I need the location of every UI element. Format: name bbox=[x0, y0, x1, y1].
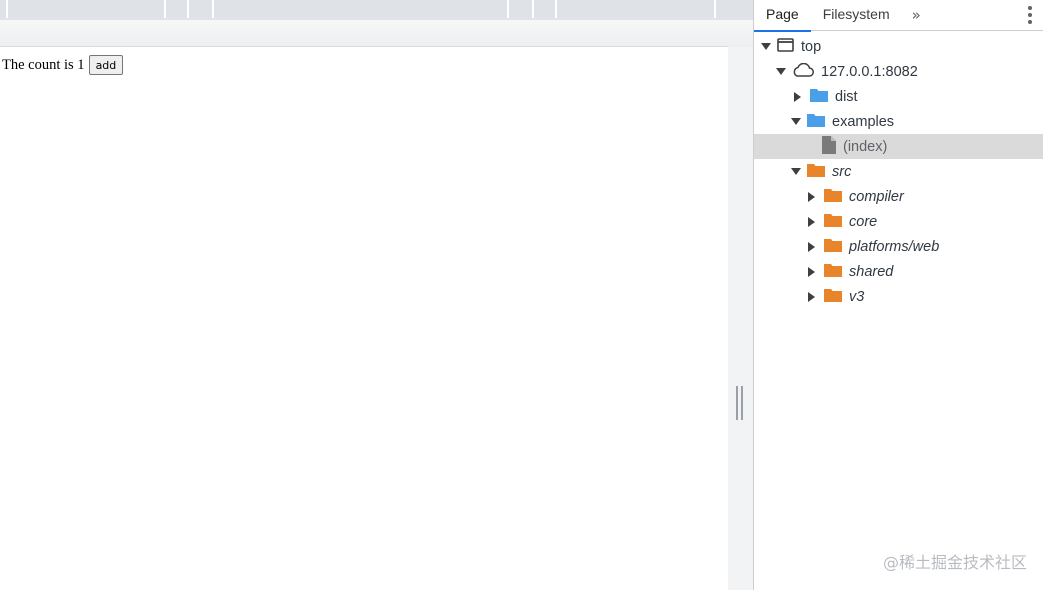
tab-filesystem[interactable]: Filesystem bbox=[811, 0, 902, 31]
top-ruler bbox=[0, 0, 753, 20]
folder-icon bbox=[824, 212, 842, 231]
tree-item-label: core bbox=[849, 213, 878, 230]
add-button[interactable]: add bbox=[88, 55, 124, 75]
tree-item-dist[interactable]: dist bbox=[754, 84, 1043, 109]
folder-icon bbox=[807, 162, 825, 181]
tree-item-shared[interactable]: shared bbox=[754, 259, 1043, 284]
tree-item-origin[interactable]: 127.0.0.1:8082 bbox=[754, 59, 1043, 84]
tree-item-v3[interactable]: v3 bbox=[754, 284, 1043, 309]
collapsed-arrow-icon[interactable] bbox=[808, 291, 815, 302]
document-file-icon bbox=[822, 135, 836, 158]
tree-item-label: v3 bbox=[849, 288, 865, 305]
tree-item-label: src bbox=[832, 163, 852, 180]
expanded-arrow-icon[interactable] bbox=[791, 168, 801, 175]
folder-icon bbox=[824, 287, 842, 306]
tree-item-label: platforms/web bbox=[849, 238, 940, 255]
expanded-arrow-icon[interactable] bbox=[761, 43, 771, 50]
tree-item-core[interactable]: core bbox=[754, 209, 1043, 234]
collapsed-arrow-icon[interactable] bbox=[808, 216, 815, 227]
tree-item-label: (index) bbox=[843, 138, 888, 155]
navigator-tabbar: Page Filesystem » bbox=[754, 0, 1043, 32]
tree-item-label: shared bbox=[849, 263, 894, 280]
tree-item-label: dist bbox=[835, 88, 858, 105]
tree-item-label: examples bbox=[832, 113, 895, 130]
tree-item-src[interactable]: src bbox=[754, 159, 1043, 184]
collapsed-arrow-icon[interactable] bbox=[808, 266, 815, 277]
more-options-kebab-icon[interactable] bbox=[1028, 6, 1032, 24]
cloud-icon bbox=[792, 62, 814, 81]
watermark-text: @稀土掘金技术社区 bbox=[882, 553, 1027, 572]
expanded-arrow-icon[interactable] bbox=[791, 118, 801, 125]
tree-item-platforms-web[interactable]: platforms/web bbox=[754, 234, 1043, 259]
folder-icon bbox=[810, 87, 828, 106]
page-viewport-area: The count is 1 add bbox=[0, 0, 753, 590]
ruler-gap bbox=[0, 20, 753, 47]
rendered-page: The count is 1 add bbox=[0, 46, 728, 590]
count-text: The count is 1 bbox=[2, 56, 85, 73]
tree-item-label: 127.0.0.1:8082 bbox=[821, 63, 918, 80]
tree-item-label: top bbox=[801, 38, 822, 55]
folder-icon bbox=[807, 112, 825, 131]
frame-icon bbox=[777, 37, 794, 56]
tree-item-label: compiler bbox=[849, 188, 904, 205]
sources-navigator-panel: Page Filesystem » top 127.0.0.1:8082 dis… bbox=[753, 0, 1043, 590]
more-tabs-chevron-icon[interactable]: » bbox=[904, 6, 929, 24]
tree-item-compiler[interactable]: compiler bbox=[754, 184, 1043, 209]
tab-page[interactable]: Page bbox=[754, 0, 811, 32]
collapsed-arrow-icon[interactable] bbox=[794, 91, 801, 102]
counter-row: The count is 1 add bbox=[2, 55, 124, 75]
file-tree: top 127.0.0.1:8082 dist examples (index)… bbox=[754, 34, 1043, 309]
folder-icon bbox=[824, 187, 842, 206]
collapsed-arrow-icon[interactable] bbox=[808, 241, 815, 252]
tree-item-examples[interactable]: examples bbox=[754, 109, 1043, 134]
panel-resize-handle[interactable] bbox=[736, 386, 744, 420]
collapsed-arrow-icon[interactable] bbox=[808, 191, 815, 202]
tree-item-top[interactable]: top bbox=[754, 34, 1043, 59]
tree-item-index[interactable]: (index) bbox=[754, 134, 1043, 159]
folder-icon bbox=[824, 262, 842, 281]
expanded-arrow-icon[interactable] bbox=[776, 68, 786, 75]
folder-icon bbox=[824, 237, 842, 256]
